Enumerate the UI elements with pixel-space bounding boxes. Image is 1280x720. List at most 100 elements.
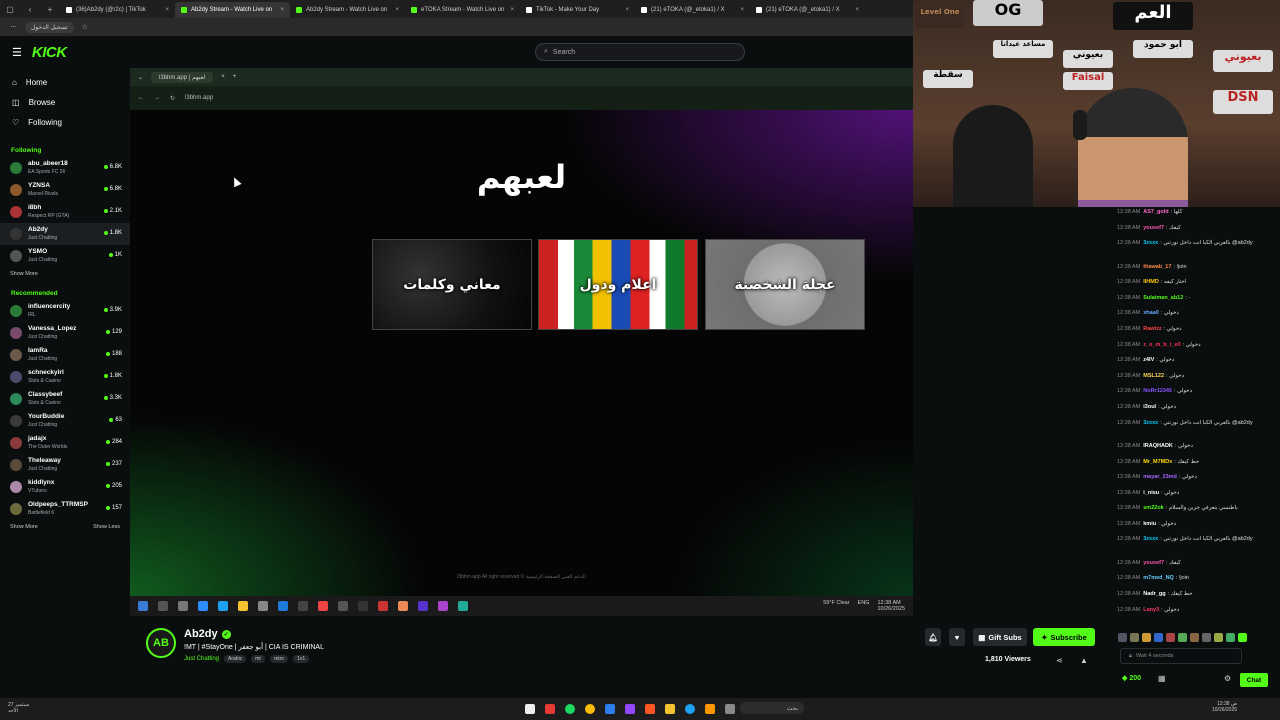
sidebar-channel[interactable]: YZNSA Marvel Rivals 6.8K — [0, 179, 130, 201]
chat-username[interactable]: z_o_m_b_i_e0 — [1143, 342, 1180, 348]
chat-username[interactable]: mayar_23md — [1143, 474, 1177, 480]
chat-username[interactable]: 3zxxx — [1143, 240, 1158, 246]
stream-tag[interactable]: Arabic — [224, 655, 247, 663]
follow-button[interactable]: ♥ — [949, 628, 965, 646]
chat-username[interactable]: yousef7 — [1143, 560, 1164, 566]
chat-username[interactable]: xhaa0 — [1143, 310, 1159, 316]
browser-tab[interactable]: (21) eTOKA (@_etoka1) / X × — [635, 2, 750, 18]
recommended-show-more[interactable]: Show More — [10, 524, 38, 530]
chat-username[interactable]: z4IV — [1143, 357, 1154, 363]
sidebar-channel[interactable]: Theleaway Just Chatting 237 — [0, 454, 130, 476]
sidebar-channel[interactable]: Classybeef Slots & Casino 3.3K — [0, 388, 130, 410]
chat-username[interactable]: IRAQHADK — [1143, 443, 1173, 449]
sidebar-channel[interactable]: IamRa Just Chatting 188 — [0, 344, 130, 366]
sidebar-nav-following[interactable]: ♡ Following — [0, 112, 130, 132]
chat-username[interactable]: i3oul — [1143, 404, 1156, 410]
close-icon[interactable]: × — [625, 7, 629, 13]
emote-icon[interactable] — [1166, 632, 1175, 642]
chat-username[interactable]: IIHMD — [1143, 279, 1159, 285]
stream-tag[interactable]: retro — [269, 655, 289, 663]
subscribe-button[interactable]: ✦ Subscribe — [1033, 628, 1095, 646]
sidebar-channel[interactable]: jadajx The Outer Worlds 284 — [0, 432, 130, 454]
sidebar-channel[interactable]: Oldpeeps_TTRMSP Battlefield 6 157 — [0, 498, 130, 520]
emote-icon[interactable] — [1142, 632, 1151, 642]
sidebar-channel[interactable]: Ab2dy Just Chatting 1.8K — [0, 223, 130, 245]
chat-username[interactable]: i_nisu — [1143, 490, 1159, 496]
emote-icon[interactable] — [1238, 632, 1247, 642]
browser-tab[interactable]: Ab2dy Stream - Watch Live on × — [175, 2, 290, 18]
chat-username[interactable]: Nadr_gg — [1143, 591, 1165, 597]
favorites-icon[interactable]: ☆ — [82, 23, 88, 31]
emote-icon[interactable] — [1190, 632, 1199, 642]
gear-icon[interactable]: ⚙ — [1224, 674, 1231, 683]
chat-username[interactable]: m7med_NQ — [1143, 575, 1174, 581]
stream-category[interactable]: Just Chatting — [184, 656, 219, 662]
hamburger-icon[interactable]: ☰ — [12, 46, 22, 59]
emote-icon[interactable] — [1178, 632, 1187, 642]
sidebar-channel[interactable]: schneckyirl Slots & Casino 1.8K — [0, 366, 130, 388]
streamer-name[interactable]: Ab2dy — [184, 628, 218, 640]
taskbar-app-icon[interactable] — [645, 704, 655, 714]
close-icon[interactable]: × — [510, 7, 514, 13]
sidebar-channel[interactable]: Vanessa_Lopez Just Chatting 129 — [0, 322, 130, 344]
taskbar-app-icon[interactable] — [705, 704, 715, 714]
following-show-more[interactable]: Show More — [0, 267, 130, 281]
recommended-show-less[interactable]: Show Less — [93, 524, 120, 530]
browser-tab[interactable]: Ab2dy Stream - Watch Live on × — [290, 2, 405, 18]
chat-username[interactable]: MSL122 — [1143, 373, 1164, 379]
notification-bell-button[interactable]: 🔔︎ — [925, 628, 941, 646]
browser-tab[interactable]: (36)Ab2dy (@r2c) | TikTok × — [60, 2, 175, 18]
stream-tag[interactable]: mt — [251, 655, 265, 663]
close-icon[interactable]: × — [280, 7, 284, 13]
sidebar-channel[interactable]: influencercity IRL 3.9K — [0, 300, 130, 322]
chat-username[interactable]: 3zxxx — [1143, 420, 1158, 426]
emote-icon[interactable] — [1202, 632, 1211, 642]
menu-dots-icon[interactable]: ⋯ — [10, 23, 17, 31]
gift-subs-button[interactable]: ▦ Gift Subs — [973, 628, 1027, 646]
taskbar-search[interactable]: بحث — [740, 702, 804, 714]
emote-icon[interactable] — [1130, 632, 1139, 642]
new-tab-icon[interactable]: + — [40, 5, 60, 14]
chat-username[interactable]: Lany3 — [1143, 607, 1159, 613]
chrome-icon[interactable] — [585, 704, 595, 714]
chat-input[interactable]: 🔒︎ Wait 4 seconds — [1120, 648, 1242, 664]
window-icon[interactable]: ▢ — [0, 5, 20, 14]
taskbar-app-icon[interactable] — [545, 704, 555, 714]
emote-icon[interactable] — [1226, 632, 1235, 642]
browser-tab[interactable]: TikTok - Make Your Day × — [520, 2, 635, 18]
emote-icon[interactable] — [1214, 632, 1223, 642]
taskbar-app-icon[interactable] — [725, 704, 735, 714]
close-icon[interactable]: × — [395, 7, 399, 13]
browser-tab[interactable]: eTOKA Stream - Watch Live on × — [405, 2, 520, 18]
taskbar-app-icon[interactable] — [625, 704, 635, 714]
chat-username[interactable]: AS7_gold — [1143, 209, 1168, 215]
channel-points[interactable]: ◆ 200 — [1122, 674, 1141, 682]
sidebar-nav-browse[interactable]: ◫ Browse — [0, 92, 130, 112]
search-input[interactable]: ⌕ Search — [535, 43, 745, 61]
close-icon[interactable]: × — [855, 7, 859, 13]
folder-icon[interactable] — [665, 704, 675, 714]
chat-username[interactable]: NoRr12345 — [1143, 388, 1172, 394]
chat-username[interactable]: sm22ok — [1143, 505, 1164, 511]
sidebar-channel[interactable]: YourBuddie Just Chatting 63 — [0, 410, 130, 432]
chat-username[interactable]: Sulaiman_ab12 — [1143, 295, 1183, 301]
emote-icon[interactable] — [1118, 632, 1127, 642]
chat-username[interactable]: 3zxxx — [1143, 536, 1158, 542]
sidebar-channel[interactable]: i8bh Respect RP (GTA) 2.1K — [0, 201, 130, 223]
browser-tab[interactable]: (21) eTOKA (@_etoka1) / X × — [750, 2, 865, 18]
chat-username[interactable]: kmiu — [1143, 521, 1156, 527]
streamer-avatar[interactable]: AB — [146, 628, 176, 658]
sidebar-channel[interactable]: kiddlynx VTubers 205 — [0, 476, 130, 498]
sidebar-channel[interactable]: abu_abeer18 EA Sports FC 26 6.8K — [0, 157, 130, 179]
taskbar-app-icon[interactable] — [605, 704, 615, 714]
edge-icon[interactable] — [685, 704, 695, 714]
signin-button[interactable]: تسجيل الدخول — [25, 21, 74, 33]
back-tabs-icon[interactable]: ‹ — [20, 5, 40, 14]
close-icon[interactable]: × — [165, 7, 169, 13]
report-icon[interactable]: ▲ — [1080, 656, 1088, 665]
stream-tag[interactable]: 1v1 — [293, 655, 310, 663]
kick-logo[interactable]: KICK — [32, 44, 67, 61]
close-icon[interactable]: × — [740, 7, 744, 13]
share-icon[interactable]: ⋖ — [1056, 656, 1063, 665]
chat-username[interactable]: Rawlzz — [1143, 326, 1161, 332]
